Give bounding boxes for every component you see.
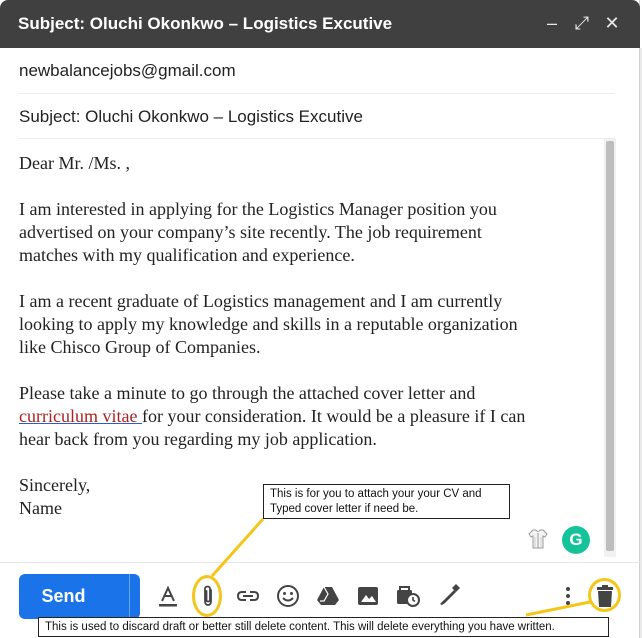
drive-icon[interactable]: [315, 583, 341, 609]
shirt-extension-icon[interactable]: [526, 527, 550, 551]
subject-field[interactable]: Subject: Oluchi Okonkwo – Logistics Excu…: [19, 94, 615, 139]
discard-annotation-callout: This is used to discard draft or better …: [38, 617, 609, 637]
link-icon[interactable]: [235, 583, 261, 609]
body-text-line: hear back from you regarding my job appl…: [19, 429, 377, 449]
attach-annotation-callout: This is for you to attach your your CV a…: [263, 484, 510, 519]
body-text-line: curriculum vitae for your consideration.…: [19, 405, 601, 428]
attach-highlight-ring: [192, 575, 222, 617]
greeting-line: Dear Mr. /Ms. ,: [19, 153, 130, 173]
body-text-line: advertised on your company’s site recent…: [19, 222, 482, 242]
curriculum-vitae-link[interactable]: curriculum vitae: [19, 406, 142, 426]
compose-window: Subject: Oluchi Okonkwo – Logistics Excu…: [0, 0, 642, 638]
recipient-field[interactable]: newbalancejobs@gmail.com: [19, 48, 615, 94]
format-text-icon[interactable]: [155, 583, 181, 609]
trash-highlight-ring: [588, 578, 621, 612]
photo-icon[interactable]: [355, 583, 381, 609]
expand-icon[interactable]: ⤢: [571, 12, 593, 34]
scrollbar-thumb[interactable]: [606, 141, 614, 551]
close-icon[interactable]: ✕: [601, 12, 623, 34]
message-body[interactable]: Dear Mr. /Ms. , I am interested in apply…: [19, 152, 601, 520]
send-options-icon[interactable]: ▼: [130, 574, 158, 619]
body-text-fragment: for your consideration. It would be a pl…: [141, 406, 526, 426]
compose-titlebar[interactable]: Subject: Oluchi Okonkwo – Logistics Excu…: [0, 0, 640, 48]
grammarly-icon[interactable]: G: [562, 526, 590, 554]
body-text-line: looking to apply my knowledge and skills…: [19, 314, 518, 334]
body-text-line: I am a recent graduate of Logistics mana…: [19, 291, 503, 311]
signature-icon[interactable]: [435, 583, 461, 609]
send-button[interactable]: Send ▼: [19, 574, 150, 619]
more-options-icon[interactable]: [555, 583, 581, 609]
body-text-line: Please take a minute to go through the a…: [19, 383, 476, 403]
send-button-label: Send: [41, 586, 86, 606]
body-scrollbar[interactable]: [604, 139, 616, 557]
body-text-line: matches with my qualification and experi…: [19, 245, 355, 265]
minimize-icon[interactable]: –: [541, 12, 563, 34]
body-text-line: like Chisco Group of Companies.: [19, 337, 261, 357]
compose-title: Subject: Oluchi Okonkwo – Logistics Excu…: [18, 14, 393, 33]
emoji-icon[interactable]: [275, 583, 301, 609]
confidential-mode-icon[interactable]: [395, 583, 421, 609]
body-text-line: I am interested in applying for the Logi…: [19, 199, 497, 219]
